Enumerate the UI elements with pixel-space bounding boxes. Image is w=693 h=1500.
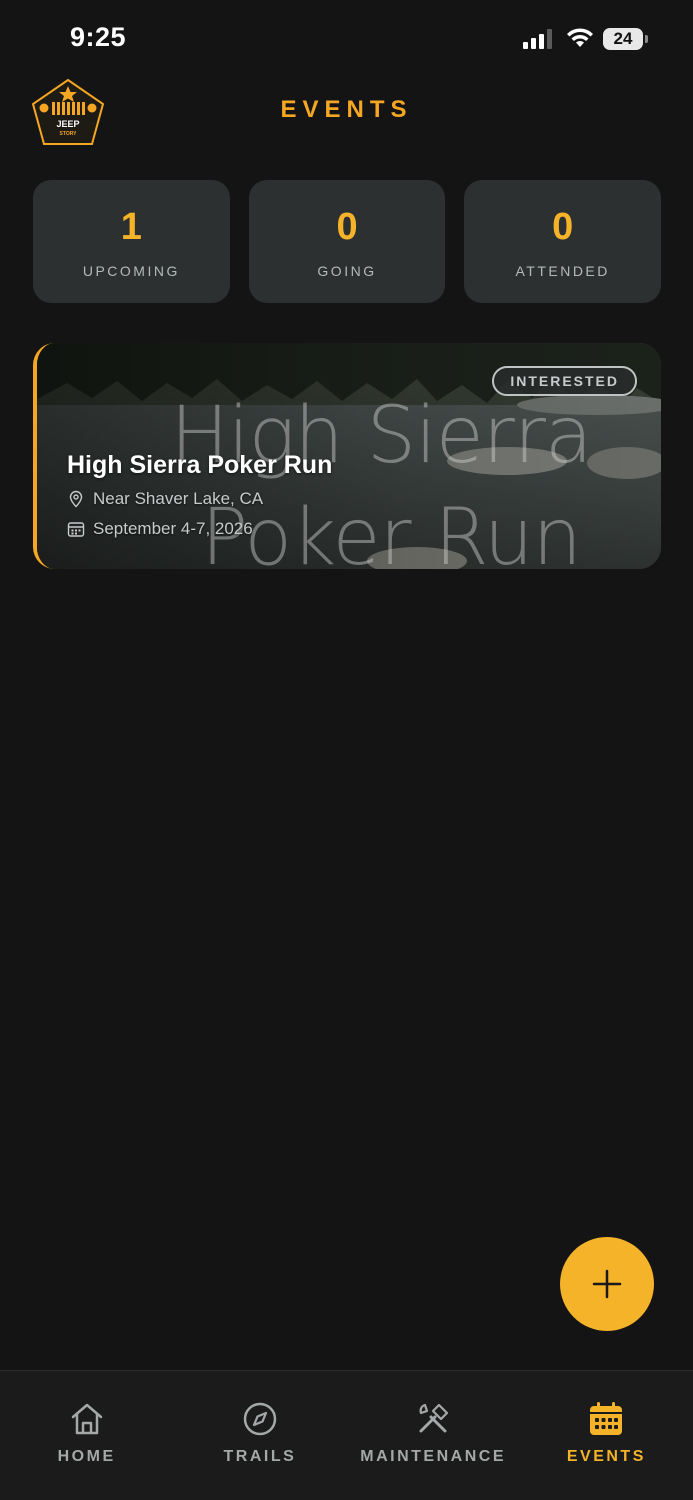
battery-nub [645, 35, 648, 43]
event-card[interactable]: High Sierra Poker Run INTERESTED High Si… [33, 343, 661, 569]
tools-icon [419, 1403, 449, 1433]
tab-maintenance[interactable]: MAINTENANCE [347, 1371, 520, 1500]
status-time: 9:25 [70, 22, 127, 52]
stat-value: 1 [120, 205, 142, 248]
tab-trails[interactable]: TRAILS [173, 1371, 346, 1500]
wifi-icon [567, 28, 593, 47]
stat-card-going[interactable]: 0 GOING [248, 180, 446, 303]
add-event-button[interactable] [560, 1237, 654, 1331]
stats-row: 1 UPCOMING 0 GOING 0 ATTENDED [33, 180, 662, 303]
calendar-icon [67, 522, 85, 537]
cellular-signal-icon [523, 29, 552, 49]
event-title: High Sierra Poker Run [67, 451, 333, 479]
tab-label: TRAILS [223, 1448, 297, 1465]
event-location: Near Shaver Lake, CA [67, 489, 263, 509]
tab-events[interactable]: EVENTS [520, 1371, 693, 1500]
stat-label: ATTENDED [515, 262, 610, 279]
tab-home[interactable]: HOME [0, 1371, 173, 1500]
tab-label: HOME [57, 1448, 116, 1465]
stat-value: 0 [552, 205, 574, 248]
tab-label: MAINTENANCE [360, 1448, 506, 1465]
stat-label: UPCOMING [82, 262, 180, 279]
page-title: EVENTS [280, 96, 413, 123]
bottom-tab-bar: HOME TRAILS MAINTENANCE EVENTS [0, 1370, 693, 1500]
logo-text-story: STORY [60, 131, 78, 137]
event-date: September 4-7, 2026 [67, 519, 253, 539]
calendar-icon [590, 1402, 623, 1435]
event-location-text: Near Shaver Lake, CA [93, 489, 264, 508]
event-date-text: September 4-7, 2026 [93, 519, 253, 538]
plus-icon [592, 1269, 622, 1299]
location-pin-icon [69, 490, 83, 508]
compass-icon [243, 1402, 277, 1436]
home-icon [71, 1403, 102, 1435]
status-badge: INTERESTED [492, 366, 637, 396]
stat-card-attended[interactable]: 0 ATTENDED [464, 180, 662, 303]
stat-label: GOING [317, 262, 377, 279]
status-bar: 9:25 24 [0, 0, 693, 80]
stat-card-upcoming[interactable]: 1 UPCOMING [33, 180, 230, 303]
tab-label: EVENTS [566, 1448, 646, 1465]
stat-value: 0 [336, 205, 358, 248]
battery-indicator: 24 [603, 28, 643, 50]
